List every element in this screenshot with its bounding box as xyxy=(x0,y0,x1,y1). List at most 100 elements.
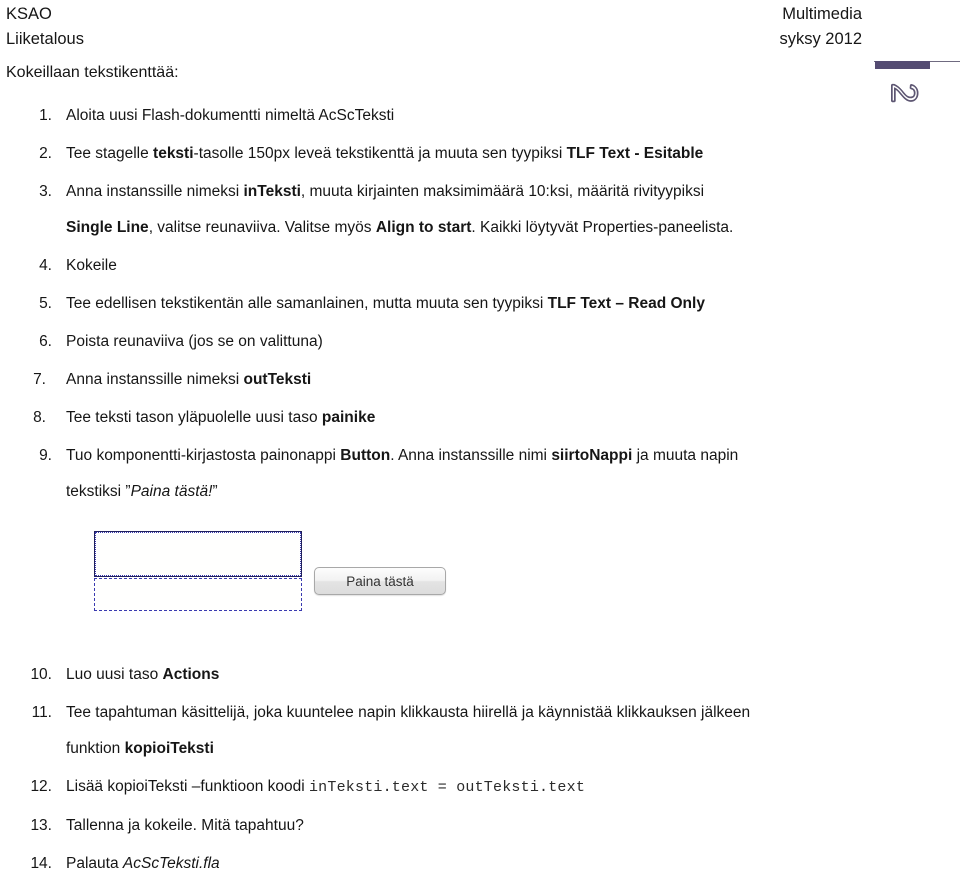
input-text-field[interactable] xyxy=(94,531,302,577)
text-run: Tee tapahtuman käsittelijä, joka kuuntel… xyxy=(66,704,751,721)
emphasis-bold: kopioiTeksti xyxy=(124,740,214,757)
header-course-name: Multimedia xyxy=(782,5,862,23)
list-item-number: 13. xyxy=(30,817,52,834)
emphasis-bold: Align to start xyxy=(375,219,472,236)
text-run: Tallenna ja kokeile. Mitä tapahtuu? xyxy=(66,817,304,834)
emphasis-bold: painike xyxy=(321,409,376,426)
list-item-continuation: tekstiksi ”Paina tästä!” xyxy=(66,480,930,503)
header-organization: KSAO xyxy=(6,5,52,23)
list-item-text: Tee edellisen tekstikentän alle samanlai… xyxy=(66,295,705,312)
emphasis-bold: teksti xyxy=(153,145,194,162)
text-run: Tee stagelle xyxy=(66,145,154,162)
list-item-number: 8. xyxy=(33,409,46,426)
text-run: ja muuta napin xyxy=(632,447,739,464)
header-department: Liiketalous xyxy=(6,30,84,48)
text-run: Tuo komponentti-kirjastosta painonappi xyxy=(66,447,341,464)
list-item: 2. Tee stagelle teksti-tasolle 150px leve… xyxy=(0,142,930,165)
list-item: 7. Anna instanssille nimeksi outTeksti xyxy=(0,368,930,391)
list-item-text: Tee tapahtuman käsittelijä, joka kuuntel… xyxy=(66,704,750,721)
list-item: 13. Tallenna ja kokeile. Mitä tapahtuu? xyxy=(0,814,930,837)
list-item-text: Tuo komponentti-kirjastosta painonappi B… xyxy=(66,447,738,464)
input-text-field-dotted-outline xyxy=(95,532,301,576)
list-item-number: 14. xyxy=(30,855,52,872)
document-header: KSAO Liiketalous Multimedia syksy 2012 xyxy=(0,0,960,56)
text-run: funktion xyxy=(66,740,125,757)
list-item: 9. Tuo komponentti-kirjastosta painonappi… xyxy=(0,444,930,503)
text-run: Lisää kopioiTeksti –funktioon koodi xyxy=(66,778,309,795)
emphasis-bold: outTeksti xyxy=(243,371,312,388)
list-item-continuation: funktion kopioiTeksti xyxy=(66,737,930,760)
emphasis-bold: inTeksti xyxy=(243,183,301,200)
emphasis-bold: Single Line xyxy=(66,219,149,236)
emphasis-italic: AcScTeksti.fla xyxy=(122,855,220,872)
header-left-block: KSAO Liiketalous xyxy=(6,2,84,52)
output-text-field[interactable] xyxy=(94,578,302,611)
list-item: 11. Tee tapahtuman käsittelijä, joka kuun… xyxy=(0,701,930,760)
instruction-list-lower: 10. Luo uusi taso Actions 11. Tee tapahtuma… xyxy=(0,663,930,890)
list-item-text: Anna instanssille nimeksi outTeksti xyxy=(66,371,311,388)
emphasis-bold: TLF Text – Read Only xyxy=(547,295,705,312)
list-item-number: 5. xyxy=(39,295,52,312)
text-run: . Kaikki löytyvät Properties-paneelista. xyxy=(471,219,734,236)
list-item-number: 4. xyxy=(39,257,52,274)
header-right-block: Multimedia syksy 2012 xyxy=(779,2,862,52)
list-item-number: 7. xyxy=(33,371,46,388)
list-item-text: Lisää kopioiTeksti –funktioon koodi inTe… xyxy=(66,778,586,796)
list-item-text: Poista reunaviiva (jos se on valittuna) xyxy=(66,333,323,350)
list-item-text: Luo uusi taso Actions xyxy=(66,666,219,683)
text-run: Anna instanssille nimeksi xyxy=(66,371,244,388)
text-run: -tasolle 150px leveä tekstikenttä ja muu… xyxy=(193,145,567,162)
emphasis-bold: TLF Text - Esitable xyxy=(566,145,704,162)
list-item: 10. Luo uusi taso Actions xyxy=(0,663,930,686)
list-item-text: Aloita uusi Flash-dokumentti nimeltä AcS… xyxy=(66,107,394,124)
text-run: Kokeile xyxy=(66,257,117,274)
paina-tasta-button[interactable]: Paina tästä xyxy=(314,567,446,595)
page-number-bar xyxy=(875,61,930,69)
list-item-number: 9. xyxy=(39,447,52,464)
list-item-text: Palauta AcScTeksti.fla xyxy=(66,855,220,872)
list-item-number: 6. xyxy=(39,333,52,350)
emphasis-italic: Paina tästä! xyxy=(130,483,213,500)
list-item-text: Tee stagelle teksti-tasolle 150px leveä … xyxy=(66,145,703,162)
text-run: Tee edellisen tekstikentän alle samanlai… xyxy=(66,295,548,312)
text-run: , muuta kirjainten maksimimäärä 10:ksi, … xyxy=(300,183,705,200)
text-run: Palauta xyxy=(66,855,123,872)
text-run: ” xyxy=(212,483,218,500)
list-item: 14. Palauta AcScTeksti.fla xyxy=(0,852,930,875)
list-item: 12. Lisää kopioiTeksti –funktioon koodi i… xyxy=(0,775,930,799)
list-item-number: 12. xyxy=(30,778,52,795)
list-item-text: Anna instanssille nimeksi inTeksti, muut… xyxy=(66,183,704,200)
text-run: , valitse reunaviiva. Valitse myös xyxy=(148,219,376,236)
header-term: syksy 2012 xyxy=(779,30,862,48)
text-run: Poista reunaviiva (jos se on valittuna) xyxy=(66,333,323,350)
list-item-number: 1. xyxy=(39,107,52,124)
text-run: Aloita uusi Flash-dokumentti nimeltä AcS… xyxy=(66,107,395,124)
list-item-text: Tee teksti tason yläpuolelle uusi taso p… xyxy=(66,409,375,426)
list-item: 6. Poista reunaviiva (jos se on valittuna… xyxy=(0,330,930,353)
list-item-number: 2. xyxy=(39,145,52,162)
list-item: 4. Kokeile xyxy=(0,254,930,277)
list-item-continuation: Single Line, valitse reunaviiva. Valitse… xyxy=(66,216,930,239)
text-run: Tee teksti tason yläpuolelle uusi taso xyxy=(66,409,322,426)
text-run: . Anna instanssille nimi xyxy=(390,447,552,464)
list-item-text: Tallenna ja kokeile. Mitä tapahtuu? xyxy=(66,817,304,834)
list-item: 3. Anna instanssille nimeksi inTeksti, mu… xyxy=(0,180,930,239)
list-item: 5. Tee edellisen tekstikentän alle samanl… xyxy=(0,292,930,315)
page-number-glyph: 2 xyxy=(883,82,925,104)
list-item-text: Kokeile xyxy=(66,257,117,274)
flash-stage-figure: Paina tästä xyxy=(0,519,500,629)
list-item-number: 11. xyxy=(31,704,52,721)
instruction-list-upper: 1. Aloita uusi Flash-dokumentti nimeltä A… xyxy=(0,104,930,518)
list-item: 1. Aloita uusi Flash-dokumentti nimeltä A… xyxy=(0,104,930,127)
list-item: 8. Tee teksti tason yläpuolelle uusi taso… xyxy=(0,406,930,429)
page-title: Kokeillaan tekstikenttää: xyxy=(6,64,179,81)
text-run: Luo uusi taso xyxy=(66,666,163,683)
text-run: Anna instanssille nimeksi xyxy=(66,183,244,200)
emphasis-bold: Actions xyxy=(162,666,220,683)
text-run: tekstiksi ” xyxy=(66,483,131,500)
list-item-number: 10. xyxy=(30,666,52,683)
list-item-number: 3. xyxy=(39,183,52,200)
code-snippet: inTeksti.text = outTeksti.text xyxy=(308,779,586,796)
emphasis-bold: Button xyxy=(340,447,391,464)
emphasis-bold: siirtoNappi xyxy=(551,447,633,464)
